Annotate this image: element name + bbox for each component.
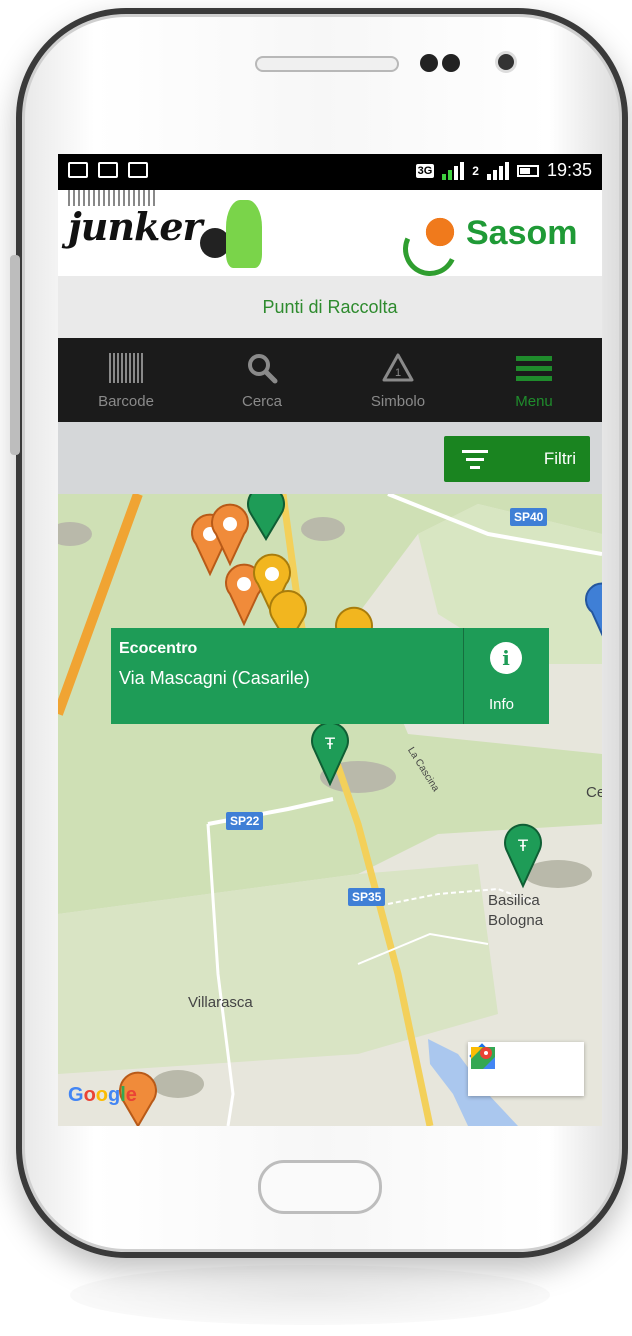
brand-bar: junker Sasom bbox=[58, 190, 602, 284]
svg-text:Ŧ: Ŧ bbox=[324, 734, 335, 753]
phone-side-button bbox=[10, 255, 20, 455]
info-button-label[interactable]: Info bbox=[489, 696, 514, 713]
recycle-symbol-icon: 1 bbox=[382, 353, 414, 381]
nav-label: Menu bbox=[515, 392, 553, 410]
sasom-logo: Sasom bbox=[466, 214, 578, 252]
phone-reflection bbox=[70, 1265, 550, 1325]
home-button[interactable] bbox=[258, 1160, 382, 1214]
open-in-maps-button[interactable] bbox=[471, 1042, 584, 1096]
nav-barcode[interactable]: Barcode bbox=[58, 338, 194, 422]
road-shield-sp22: SP22 bbox=[226, 812, 264, 830]
menu-icon bbox=[516, 355, 552, 381]
signal-icon bbox=[442, 161, 465, 180]
nav-label: Barcode bbox=[98, 392, 154, 410]
front-camera bbox=[498, 54, 514, 70]
sim2-indicator: 2 bbox=[472, 163, 479, 178]
info-icon[interactable]: i bbox=[490, 642, 522, 674]
app-screen: 3G 2 19:35 junker Sasom Punti di Raccolt… bbox=[58, 154, 602, 1126]
svg-text:Ŧ: Ŧ bbox=[517, 836, 528, 855]
map-label-edge: Ce bbox=[586, 784, 602, 801]
status-bar: 3G 2 19:35 bbox=[58, 154, 602, 190]
system-icons: 3G 2 19:35 bbox=[415, 160, 592, 181]
road-shield-sp40: SP40 bbox=[510, 508, 548, 526]
bottom-nav: Barcode Cerca 1 Simbolo Menu bbox=[58, 338, 602, 422]
google-maps-icon bbox=[471, 1047, 495, 1069]
junker-mascot-graphic bbox=[226, 200, 262, 268]
page-title: Punti di Raccolta bbox=[58, 276, 602, 338]
gmail-notification-icon bbox=[98, 162, 118, 178]
phone-sensor bbox=[442, 54, 460, 72]
map-label-villarasca: Villarasca bbox=[188, 994, 253, 1011]
signal-icon bbox=[486, 161, 509, 180]
nav-simbolo[interactable]: 1 Simbolo bbox=[330, 338, 466, 422]
phone-speaker bbox=[255, 56, 399, 72]
search-icon bbox=[248, 353, 278, 383]
sasom-sun-icon bbox=[418, 210, 462, 254]
google-attribution: Google bbox=[68, 1084, 137, 1106]
map-view[interactable]: Ŧ Ŧ SP40 SP22 SP35 Villarasca Basilica B… bbox=[58, 494, 602, 1126]
nav-label: Cerca bbox=[241, 392, 282, 410]
nav-menu[interactable]: Menu bbox=[466, 338, 602, 422]
barcode-icon bbox=[109, 352, 143, 383]
image-notification-icon bbox=[68, 162, 88, 178]
gmail-notification-icon bbox=[128, 162, 148, 178]
clock: 19:35 bbox=[546, 160, 592, 180]
phone-sensor bbox=[420, 54, 438, 72]
svg-text:1: 1 bbox=[395, 367, 401, 379]
filters-button[interactable]: Filtri bbox=[444, 436, 590, 482]
map-toolbar bbox=[468, 1042, 584, 1096]
filter-bar: Filtri bbox=[58, 422, 602, 494]
popup-address: Via Mascagni (Casarile) bbox=[119, 668, 310, 688]
road-shield-sp35: SP35 bbox=[348, 888, 386, 906]
battery-icon bbox=[516, 164, 539, 177]
map-label-basilica: Basilica bbox=[488, 892, 540, 909]
network-type: 3G bbox=[415, 163, 435, 178]
popup-divider bbox=[463, 628, 464, 724]
nav-label: Simbolo bbox=[370, 392, 426, 410]
filters-label: Filtri bbox=[543, 449, 576, 468]
map-canvas: Ŧ Ŧ bbox=[58, 494, 602, 1126]
map-label-bologna: Bologna bbox=[488, 912, 544, 929]
nav-cerca[interactable]: Cerca bbox=[194, 338, 330, 422]
popup-title: Ecocentro bbox=[119, 640, 198, 657]
notification-icons bbox=[68, 162, 148, 178]
junker-logo: junker bbox=[68, 204, 203, 249]
location-popup[interactable]: Ecocentro Via Mascagni (Casarile) i Info bbox=[111, 628, 549, 724]
filter-icon bbox=[462, 449, 488, 469]
